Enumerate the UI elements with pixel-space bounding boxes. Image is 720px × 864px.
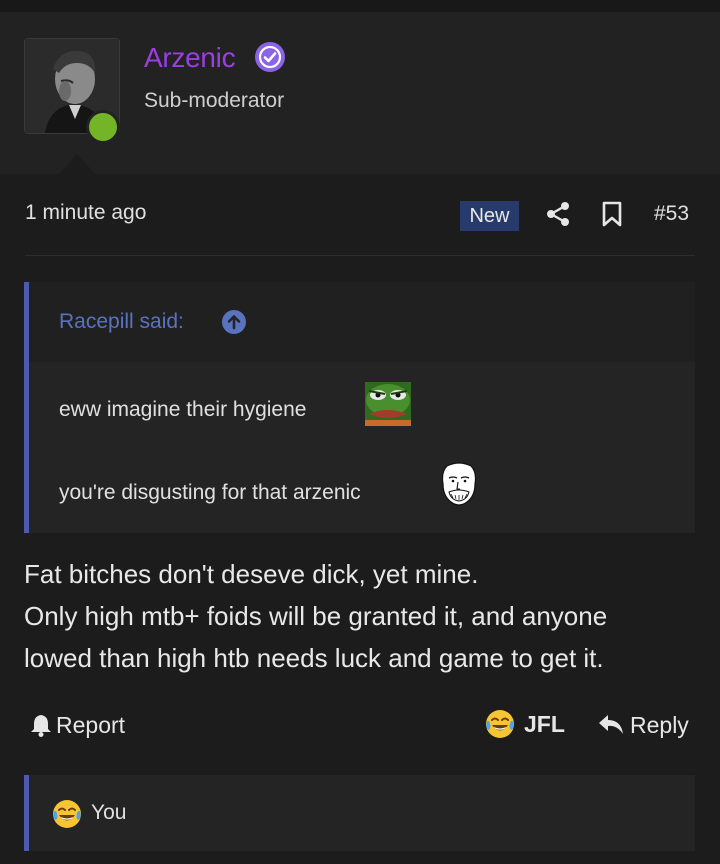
header-divider xyxy=(25,255,695,256)
reply-button[interactable]: Reply xyxy=(598,710,689,740)
bell-icon xyxy=(31,715,51,737)
reply-label: Reply xyxy=(630,711,689,738)
top-bar xyxy=(0,0,720,12)
reaction-label: JFL xyxy=(524,710,565,737)
new-badge: New xyxy=(460,201,519,231)
user-role: Sub-moderator xyxy=(144,89,285,112)
quote-header: Racepill said: xyxy=(29,282,695,362)
quote-author[interactable]: Racepill said: xyxy=(59,310,184,334)
bookmark-icon[interactable] xyxy=(600,201,624,227)
post-number-link[interactable]: #53 xyxy=(654,202,689,226)
post-body-line: lowed than high htb needs luck and game … xyxy=(24,643,604,673)
quote-block: Racepill said: eww imagine their hygiene… xyxy=(24,282,695,533)
report-label: Report xyxy=(56,711,126,738)
post-body-line: Only high mtb+ foids will be granted it,… xyxy=(24,601,608,631)
reaction-button[interactable]: JFL xyxy=(484,708,565,740)
pepe-emoji-icon xyxy=(365,382,411,426)
crying-laughing-emoji-icon xyxy=(486,710,514,738)
share-icon[interactable] xyxy=(545,201,571,227)
online-status-indicator xyxy=(86,110,120,144)
reactions-bar[interactable]: You xyxy=(24,775,695,851)
reactions-user-label[interactable]: You xyxy=(91,801,126,825)
post-body-line: Fat bitches don't deseve dick, yet mine. xyxy=(24,559,479,589)
post-timestamp[interactable]: 1 minute ago xyxy=(25,201,146,225)
quote-text-line: eww imagine their hygiene xyxy=(59,398,307,421)
wojak-emoji-icon xyxy=(441,462,477,506)
quote-text-line: you're disgusting for that arzenic xyxy=(59,481,361,504)
post-body: Fat bitches don't deseve dick, yet mine.… xyxy=(24,553,704,679)
username[interactable]: Arzenic xyxy=(144,42,236,74)
report-button[interactable]: Report xyxy=(30,710,125,740)
header-pointer xyxy=(59,154,95,174)
arrow-up-circle-icon[interactable] xyxy=(221,309,247,335)
crying-laughing-emoji-icon xyxy=(53,800,81,828)
verified-check-icon xyxy=(255,42,285,72)
reply-arrow-icon xyxy=(599,715,623,734)
